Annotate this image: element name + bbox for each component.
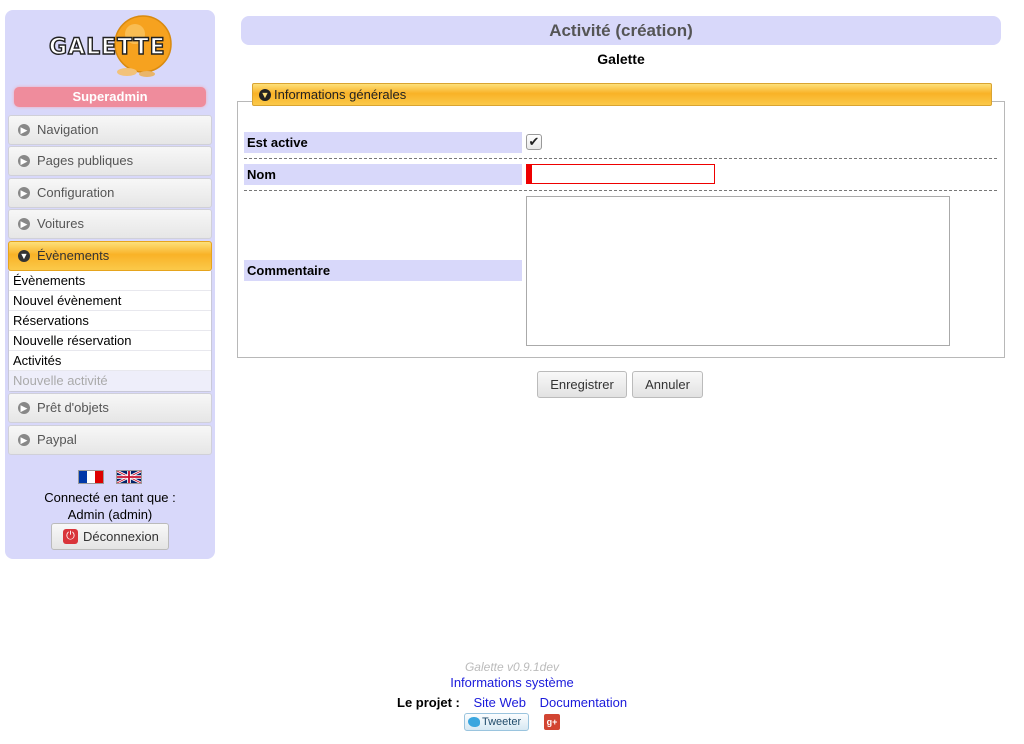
- website-link[interactable]: Site Web: [473, 695, 526, 710]
- events-submenu: Évènements Nouvel évènement Réservations…: [8, 271, 212, 392]
- arrow-right-icon: ▶: [18, 218, 30, 230]
- submenu-item-bookings[interactable]: Réservations: [9, 311, 211, 331]
- arrow-right-icon: ▶: [18, 155, 30, 167]
- logo-text: GALETTE: [49, 35, 166, 60]
- google-plus-icon[interactable]: g+: [544, 714, 560, 730]
- logged-in-user: Admin (admin): [67, 507, 153, 522]
- arrow-right-icon: ▶: [18, 187, 30, 199]
- logout-label: Déconnexion: [83, 529, 159, 544]
- role-badge: Superadmin: [14, 87, 206, 107]
- menu-object-lend[interactable]: ▶ Prêt d'objets: [8, 393, 212, 423]
- cancel-button[interactable]: Annuler: [632, 371, 703, 398]
- menu-label: Pages publiques: [37, 153, 134, 168]
- page-title: Activité (création): [241, 16, 1001, 45]
- field-divider: [244, 190, 997, 191]
- twitter-bird-icon: [468, 717, 480, 727]
- section-title: Informations générales: [274, 87, 407, 102]
- submenu-item-new-booking[interactable]: Nouvelle réservation: [9, 331, 211, 351]
- active-checkbox[interactable]: ✔: [526, 134, 542, 150]
- name-input[interactable]: [526, 164, 715, 184]
- comment-textarea[interactable]: [526, 196, 950, 346]
- name-label: Nom: [244, 164, 522, 185]
- menu-public-pages[interactable]: ▶ Pages publiques: [8, 146, 212, 176]
- submenu-item-new-event[interactable]: Nouvel évènement: [9, 291, 211, 311]
- arrow-right-icon: ▶: [18, 402, 30, 414]
- submenu-item-activities[interactable]: Activités: [9, 351, 211, 371]
- power-icon: ⏻: [63, 529, 78, 544]
- version-text: Galette v0.9.1dev: [464, 660, 560, 674]
- flag-en-icon[interactable]: [116, 470, 142, 484]
- tweet-button[interactable]: Tweeter: [464, 713, 529, 731]
- project-links: Le projet : Site Web Documentation: [397, 695, 627, 710]
- menu-cars[interactable]: ▶ Voitures: [8, 209, 212, 239]
- galette-logo[interactable]: GALETTE: [45, 14, 175, 78]
- arrow-right-icon: ▶: [18, 434, 30, 446]
- menu-label: Navigation: [37, 122, 99, 137]
- menu-paypal[interactable]: ▶ Paypal: [8, 425, 212, 455]
- menu-label: Évènements: [37, 248, 110, 263]
- organization-name: Galette: [597, 51, 645, 67]
- submenu-item-new-activity[interactable]: Nouvelle activité: [9, 371, 211, 391]
- menu-label: Prêt d'objets: [37, 400, 109, 415]
- menu-configuration[interactable]: ▶ Configuration: [8, 178, 212, 208]
- menu-label: Configuration: [37, 185, 115, 200]
- field-divider: [244, 158, 997, 159]
- menu-label: Paypal: [37, 432, 77, 447]
- documentation-link[interactable]: Documentation: [540, 695, 627, 710]
- menu-label: Voitures: [37, 216, 84, 231]
- active-label: Est active: [244, 132, 522, 153]
- checkmark-icon: ✔: [528, 134, 540, 149]
- tweet-label: Tweeter: [482, 716, 522, 728]
- project-label: Le projet :: [397, 695, 460, 710]
- comment-label: Commentaire: [244, 260, 522, 281]
- menu-navigation[interactable]: ▶ Navigation: [8, 115, 212, 145]
- arrow-down-icon: ▼: [18, 250, 30, 262]
- flag-fr-icon[interactable]: [78, 470, 104, 484]
- save-button[interactable]: Enregistrer: [537, 371, 627, 398]
- logged-in-label: Connecté en tant que :: [44, 490, 176, 505]
- section-header[interactable]: ▼ Informations générales: [252, 83, 992, 106]
- arrow-right-icon: ▶: [18, 124, 30, 136]
- menu-events[interactable]: ▼ Évènements: [8, 241, 212, 271]
- logout-button[interactable]: ⏻ Déconnexion: [51, 523, 169, 550]
- system-info-link[interactable]: Informations système: [0, 675, 1024, 690]
- submenu-item-events[interactable]: Évènements: [9, 271, 211, 291]
- arrow-down-icon: ▼: [259, 89, 271, 101]
- sidebar: GALETTE Superadmin ▶ Navigation ▶ Pages …: [5, 10, 215, 559]
